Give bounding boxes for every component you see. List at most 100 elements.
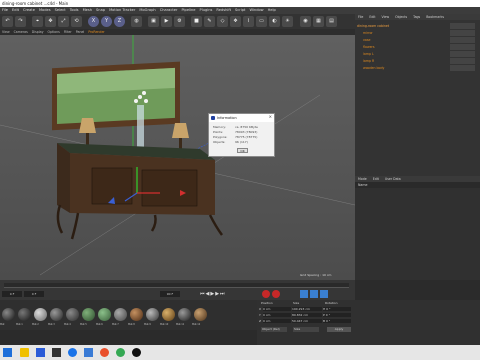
menu-file[interactable]: File	[0, 7, 10, 14]
coords-mode-select[interactable]: Object (Rel)	[261, 327, 287, 332]
taskbar-app-icon[interactable]	[100, 348, 109, 357]
timeline[interactable]: 0 F 0 F 90 F ⏮◀▶▶⏭	[0, 280, 355, 300]
taskbar-app-icon[interactable]	[68, 348, 77, 357]
world-coordinates-icon[interactable]: ◍	[131, 16, 142, 27]
am-menu-mode[interactable]: Mode	[355, 177, 370, 181]
keyframe-position-icon[interactable]	[300, 290, 308, 298]
om-menu-view[interactable]: View	[379, 15, 393, 19]
material-swatch[interactable]	[130, 308, 143, 321]
menu-window[interactable]: Window	[247, 7, 265, 14]
taskbar-app-icon[interactable]	[52, 348, 61, 357]
menu-select[interactable]: Select	[53, 7, 68, 14]
render-settings-icon[interactable]: ⚙	[174, 16, 185, 27]
coords-rot-p[interactable]: P 0 °	[322, 313, 351, 317]
ok-button[interactable]: OK	[237, 148, 248, 153]
material-swatch[interactable]	[82, 308, 95, 321]
coords-size-mode-select[interactable]: Size	[293, 327, 319, 332]
material-swatch[interactable]	[66, 308, 79, 321]
material-swatch[interactable]	[162, 308, 175, 321]
menu-edit[interactable]: Edit	[10, 7, 21, 14]
taskbar-app-icon[interactable]	[36, 348, 45, 357]
material-swatch[interactable]	[178, 308, 191, 321]
scale-icon[interactable]: ⤢	[58, 16, 69, 27]
menu-script[interactable]: Script	[233, 7, 247, 14]
am-menu-user-data[interactable]: User Data	[382, 177, 404, 181]
taskbar-app-icon[interactable]	[116, 348, 125, 357]
render-picture-icon[interactable]: ▶	[161, 16, 172, 27]
floor-icon[interactable]: ▭	[256, 16, 267, 27]
camera-icon[interactable]: ◐	[269, 16, 280, 27]
subdivision-icon[interactable]: ◇	[217, 16, 228, 27]
material-swatch[interactable]	[194, 308, 207, 321]
cube-icon[interactable]: ■	[191, 16, 202, 27]
coords-pos-z[interactable]: 0 cm	[263, 319, 291, 323]
material-swatch[interactable]	[114, 308, 127, 321]
menu-mesh[interactable]: Mesh	[81, 7, 94, 14]
menu-character[interactable]: Character	[158, 7, 180, 14]
timeline-current-field[interactable]: 0 F	[24, 291, 44, 297]
keyframe-scale-icon[interactable]	[310, 290, 318, 298]
autokey-icon[interactable]	[272, 290, 280, 298]
coords-rot-h[interactable]: H 0 °	[322, 307, 351, 311]
am-menu-edit[interactable]: Edit	[370, 177, 382, 181]
om-menu-edit[interactable]: Edit	[366, 15, 378, 19]
deformer-icon[interactable]: ⌇	[243, 16, 254, 27]
menu-snap[interactable]: Snap	[94, 7, 107, 14]
menu-redshift[interactable]: Redshift	[214, 7, 233, 14]
coords-size-z[interactable]: 50.447 cm	[291, 319, 322, 323]
menu-motion-tracker[interactable]: Motion Tracker	[107, 7, 137, 14]
material-swatch[interactable]	[146, 308, 159, 321]
om-menu-tags[interactable]: Tags	[410, 15, 423, 19]
coords-rot-b[interactable]: B 0 °	[322, 319, 351, 323]
material-swatch[interactable]	[18, 308, 31, 321]
pen-icon[interactable]: ✎	[204, 16, 215, 27]
layout-icon[interactable]: ▤	[326, 16, 337, 27]
menu-create[interactable]: Create	[21, 7, 37, 14]
redo-icon[interactable]: ↷	[15, 16, 26, 27]
cloner-icon[interactable]: ❖	[230, 16, 241, 27]
axis-y-toggle[interactable]: Y	[101, 16, 112, 27]
material-swatch[interactable]	[50, 308, 63, 321]
coords-size-x[interactable]: 190.293 cm	[291, 307, 322, 311]
coords-pos-x[interactable]: 0 cm	[263, 307, 291, 311]
menu-help[interactable]: Help	[266, 7, 278, 14]
axis-z-toggle[interactable]: Z	[114, 16, 125, 27]
live-select-icon[interactable]: ⌖	[32, 16, 43, 27]
taskbar-app-icon[interactable]	[20, 348, 29, 357]
om-menu-file[interactable]: File	[355, 15, 366, 19]
taskbar-cinema4d-icon[interactable]	[132, 348, 141, 357]
axis-x-toggle[interactable]: X	[88, 16, 99, 27]
taskbar-app-icon[interactable]	[84, 348, 93, 357]
timeline-end-field[interactable]: 90 F	[160, 291, 180, 297]
material-swatch[interactable]	[98, 308, 111, 321]
move-icon[interactable]: ✥	[45, 16, 56, 27]
rotate-icon[interactable]: ⟲	[71, 16, 82, 27]
coords-pos-y[interactable]: 0 cm	[263, 313, 291, 317]
close-icon[interactable]: ×	[269, 114, 272, 119]
windows-start-icon[interactable]	[3, 348, 12, 357]
coords-size-y[interactable]: 89.832 cm	[291, 313, 322, 317]
grid-icon[interactable]: ▦	[313, 16, 324, 27]
timeline-ruler[interactable]	[4, 283, 349, 288]
light-icon[interactable]: ☀	[282, 16, 293, 27]
playback-controls[interactable]: ⏮◀▶▶⏭	[200, 291, 226, 297]
3d-viewport[interactable]: Grid Spacing : 10 cm	[0, 35, 356, 280]
menu-pipeline[interactable]: Pipeline	[179, 7, 197, 14]
menu-plugins[interactable]: Plugins	[198, 7, 215, 14]
object-tags-column[interactable]	[450, 23, 475, 71]
viewport-solo-icon[interactable]: ◉	[300, 16, 311, 27]
om-menu-objects[interactable]: Objects	[392, 15, 410, 19]
render-view-icon[interactable]: ▣	[148, 16, 159, 27]
coords-apply-button[interactable]: Apply	[327, 327, 351, 332]
record-icon[interactable]	[262, 290, 270, 298]
undo-icon[interactable]: ↶	[2, 16, 13, 27]
om-menu-bookmarks[interactable]: Bookmarks	[423, 15, 447, 19]
material-swatch[interactable]	[2, 308, 15, 321]
menu-tools[interactable]: Tools	[68, 7, 81, 14]
menu-mograph[interactable]: MoGraph	[137, 7, 157, 14]
menu-modes[interactable]: Modes	[37, 7, 53, 14]
timeline-start-field[interactable]: 0 F	[2, 291, 22, 297]
material-swatch[interactable]	[34, 308, 47, 321]
material-label: Mat.4	[64, 323, 71, 326]
keyframe-rotation-icon[interactable]	[320, 290, 328, 298]
